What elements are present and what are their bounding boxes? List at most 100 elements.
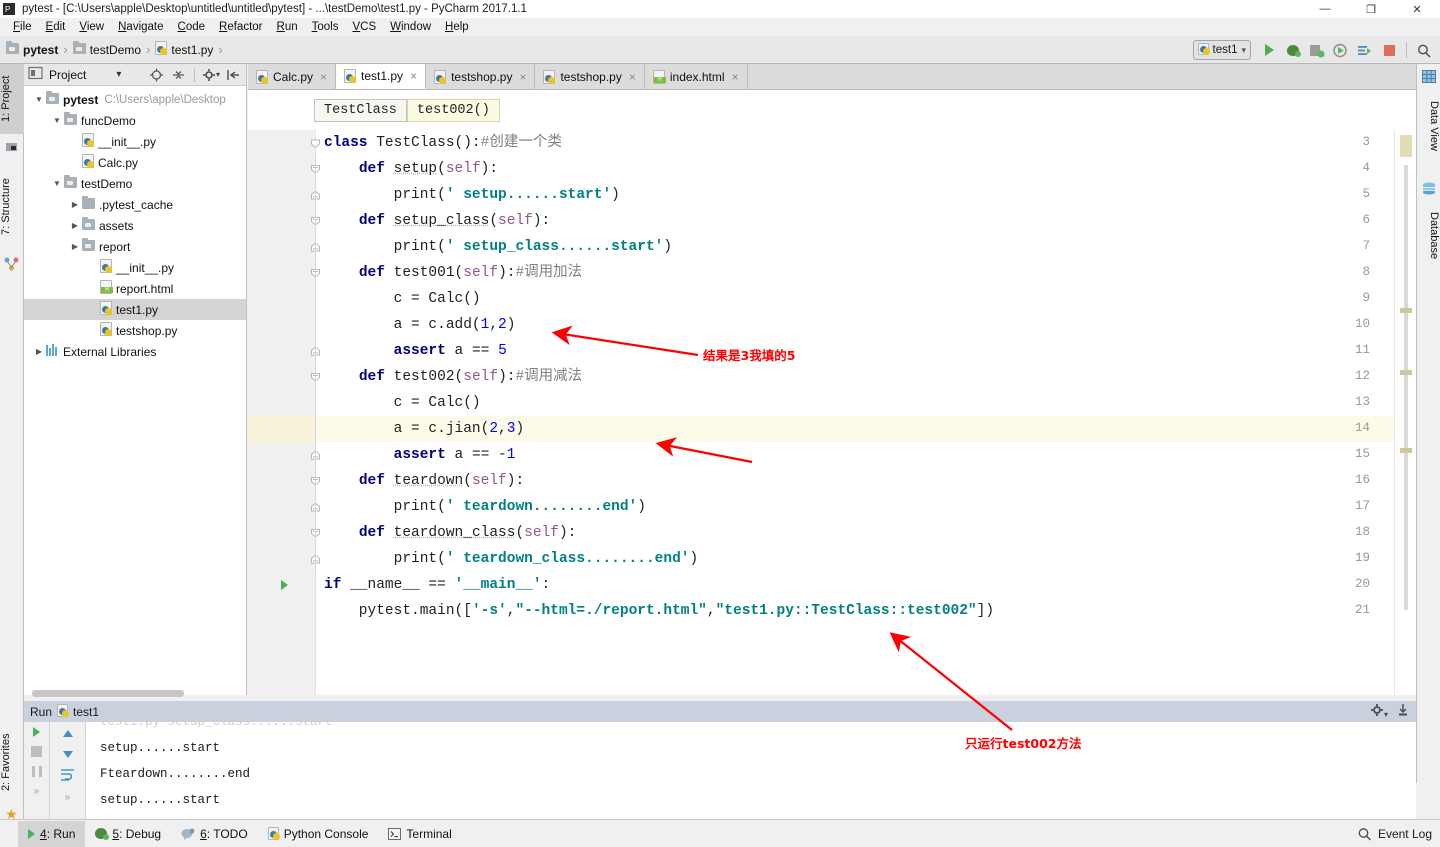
editor-gutter[interactable]: [248, 130, 316, 695]
project-tree[interactable]: ▼ pytest C:\Users\apple\Desktop ▼ funcDemo __…: [24, 86, 246, 362]
breadcrumb-item-test1-py[interactable]: test1.py: [155, 41, 213, 58]
rerun-button[interactable]: [33, 726, 40, 740]
sidebar-item-database[interactable]: Database: [1416, 200, 1440, 272]
menu-item-window[interactable]: Window: [383, 18, 438, 36]
editor-tab-index-html-4[interactable]: index.html ×: [644, 64, 748, 89]
statusbar-item-5--debug[interactable]: 5: Debug: [85, 821, 171, 847]
project-hscrollbar-thumb[interactable]: [32, 690, 184, 697]
hide-button[interactable]: [224, 66, 242, 84]
editor-tab-test1-py-1[interactable]: test1.py ×: [336, 64, 427, 89]
search-button[interactable]: [1412, 39, 1436, 61]
statusbar-item-6--todo[interactable]: 6: TODO: [171, 821, 258, 847]
debug-button[interactable]: [1281, 39, 1305, 61]
menu-item-code[interactable]: Code: [171, 18, 213, 36]
code-line-20[interactable]: if __name__ == '__main__':: [316, 572, 1416, 598]
tree-node-assets[interactable]: ▶ assets: [24, 215, 246, 236]
close-icon[interactable]: ×: [732, 70, 739, 84]
stop-button[interactable]: [1377, 39, 1401, 61]
settings-button[interactable]: ▾: [202, 66, 220, 84]
statusbar-item-python-console[interactable]: Python Console: [258, 821, 379, 847]
code-line-17[interactable]: print(' teardown........end'): [316, 494, 1416, 520]
attach-button[interactable]: [1353, 39, 1377, 61]
menu-item-edit[interactable]: Edit: [39, 18, 73, 36]
editor-scrollbar-thumb[interactable]: [1404, 165, 1408, 610]
code-line-5[interactable]: print(' setup......start'): [316, 182, 1416, 208]
tree-node--pytest-cache[interactable]: ▶ .pytest_cache: [24, 194, 246, 215]
pause-button[interactable]: [31, 766, 42, 780]
tree-node-funcdemo[interactable]: ▼ funcDemo: [24, 110, 246, 131]
editor-tab-testshop-py-2[interactable]: testshop.py ×: [426, 64, 536, 89]
sidebar-item-structure[interactable]: 7: Structure: [0, 164, 24, 250]
menu-item-file[interactable]: File: [6, 18, 39, 36]
menu-item-navigate[interactable]: Navigate: [111, 18, 170, 36]
marker-2[interactable]: [1400, 370, 1412, 375]
tree-node-pytest[interactable]: ▼ pytest C:\Users\apple\Desktop: [24, 89, 246, 110]
code-line-10[interactable]: a = c.add(1,2): [316, 312, 1416, 338]
coverage-button[interactable]: [1305, 39, 1329, 61]
editor-marker-bar[interactable]: [1394, 130, 1416, 695]
tree-expander[interactable]: ▼: [50, 116, 64, 125]
editor-tab-calc-py-0[interactable]: Calc.py ×: [248, 64, 337, 89]
menu-item-vcs[interactable]: VCS: [345, 18, 383, 36]
tree-node---init---py[interactable]: __init__.py: [24, 131, 246, 152]
code-line-19[interactable]: print(' teardown_class........end'): [316, 546, 1416, 572]
code-line-9[interactable]: c = Calc(): [316, 286, 1416, 312]
stop-button[interactable]: [31, 746, 42, 760]
marker-top[interactable]: [1400, 135, 1412, 157]
code-line-8[interactable]: def test001(self):#调用加法: [316, 260, 1416, 286]
run-button[interactable]: [1257, 39, 1281, 61]
run-console-output[interactable]: test1.py setup_class......start setup....…: [86, 709, 1416, 819]
project-hscrollbar[interactable]: [24, 689, 247, 697]
sidebar-item-project[interactable]: 1: Project: [0, 64, 24, 134]
menu-item-help[interactable]: Help: [438, 18, 476, 36]
code-line-15[interactable]: assert a == -1: [316, 442, 1416, 468]
down-button[interactable]: [62, 747, 73, 761]
menu-item-refactor[interactable]: Refactor: [212, 18, 269, 36]
statusbar-item-terminal[interactable]: Terminal: [378, 821, 461, 847]
profile-button[interactable]: [1329, 39, 1353, 61]
close-icon[interactable]: ×: [629, 70, 636, 84]
tree-node-report-html[interactable]: report.html: [24, 278, 246, 299]
code-line-14[interactable]: a = c.jian(2,3): [316, 416, 1416, 442]
maximize-button[interactable]: ❐: [1348, 0, 1394, 18]
more-button-right[interactable]: »: [65, 792, 71, 803]
breadcrumb-item-testdemo[interactable]: testDemo: [72, 40, 141, 57]
tree-node---init---py[interactable]: __init__.py: [24, 257, 246, 278]
tree-node-external-libraries[interactable]: ▶ External Libraries: [24, 341, 246, 362]
menu-item-view[interactable]: View: [72, 18, 111, 36]
gutter-run-button[interactable]: [281, 579, 295, 593]
sidebar-item-favorites[interactable]: 2: Favorites: [0, 719, 24, 805]
close-button[interactable]: ✕: [1394, 0, 1440, 18]
code-breadcrumb-testclass[interactable]: TestClass: [314, 98, 407, 122]
tree-expander[interactable]: ▶: [68, 221, 82, 230]
menu-item-tools[interactable]: Tools: [305, 18, 346, 36]
code-line-16[interactable]: def teardown(self):: [316, 468, 1416, 494]
up-button[interactable]: [62, 726, 73, 740]
minimize-button[interactable]: —: [1302, 0, 1348, 18]
tree-expander[interactable]: ▼: [50, 179, 64, 188]
tree-expander[interactable]: ▶: [68, 200, 82, 209]
tree-node-test1-py[interactable]: test1.py: [24, 299, 246, 320]
code-lines[interactable]: class TestClass():#创建一个类 def setup(self)…: [316, 130, 1416, 624]
marker-1[interactable]: [1400, 308, 1412, 313]
tree-expander[interactable]: ▶: [32, 347, 46, 356]
run-configuration-selector[interactable]: test1 ▾: [1192, 40, 1251, 60]
code-area[interactable]: 3 4 5 6 7 8 9 10 11 12 13 14 15 16 17 18 19 20 21 class Te…: [248, 130, 1416, 695]
soft-wrap-button[interactable]: [60, 768, 76, 785]
sidebar-item-data-view[interactable]: Data View: [1416, 88, 1440, 164]
code-line-4[interactable]: def setup(self):: [316, 156, 1416, 182]
marker-3[interactable]: [1400, 448, 1412, 453]
event-log-button[interactable]: Event Log: [1357, 827, 1432, 841]
close-icon[interactable]: ×: [410, 69, 417, 83]
code-breadcrumb-test002--[interactable]: test002(): [406, 98, 500, 122]
close-icon[interactable]: ×: [320, 70, 327, 84]
locate-button[interactable]: [147, 66, 165, 84]
statusbar-item-4--run[interactable]: 4: Run: [18, 820, 86, 847]
code-line-11[interactable]: assert a == 5: [316, 338, 1416, 364]
tree-node-report[interactable]: ▶ report: [24, 236, 246, 257]
code-line-21[interactable]: pytest.main(['-s',"--html=./report.html"…: [316, 598, 1416, 624]
tree-expander[interactable]: ▼: [32, 95, 46, 104]
close-icon[interactable]: ×: [519, 70, 526, 84]
tree-expander[interactable]: ▶: [68, 242, 82, 251]
editor-tab-testshop-py-3[interactable]: testshop.py ×: [535, 64, 645, 89]
